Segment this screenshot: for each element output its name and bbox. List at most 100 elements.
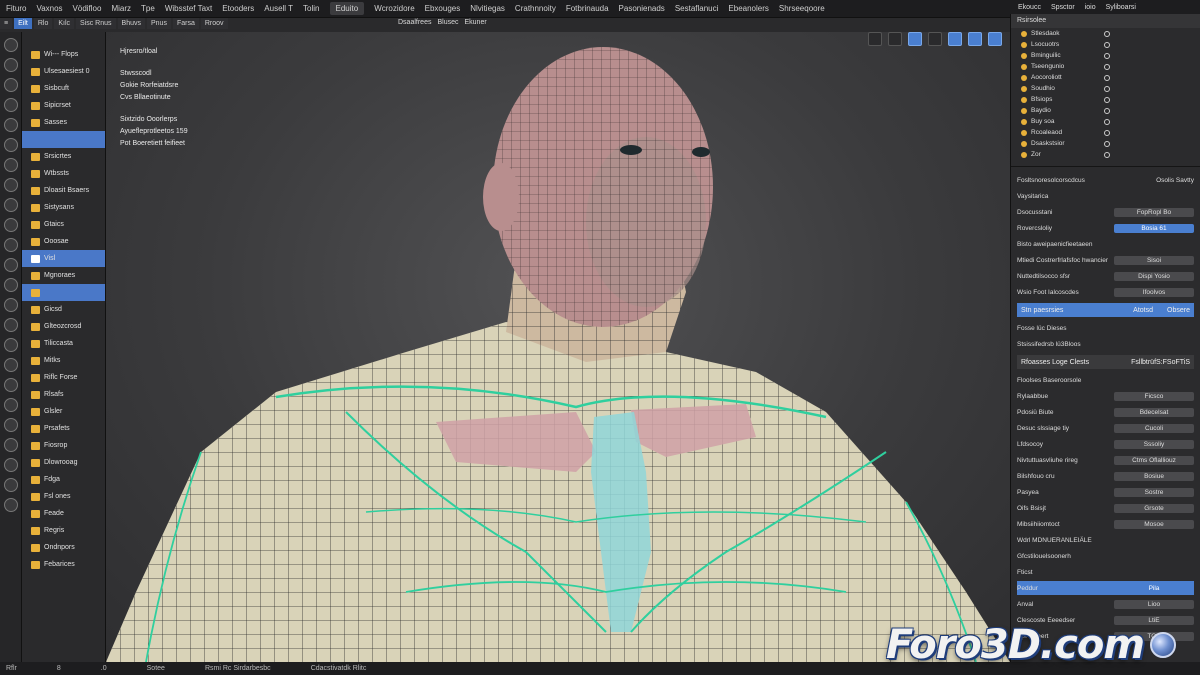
solid-shading-icon[interactable] <box>908 32 922 46</box>
workspace-tab[interactable]: Eilt <box>14 18 32 29</box>
outliner-item[interactable]: Rlsafs <box>22 386 105 403</box>
workspace-tab[interactable]: Rlo <box>33 18 53 29</box>
tool-icon[interactable] <box>3 58 18 72</box>
scene-item[interactable]: Aocoroliott <box>1011 72 1200 83</box>
property-value[interactable]: Bdecelsat <box>1114 407 1194 417</box>
outliner-item[interactable]: Gicsd <box>22 301 105 318</box>
scene-item[interactable]: Zor <box>1011 149 1200 160</box>
header-control[interactable]: Blusec <box>437 19 458 26</box>
tool-icon[interactable] <box>3 378 18 392</box>
workspace-tab[interactable]: Bhuvs <box>117 18 145 29</box>
wireframe-icon[interactable] <box>928 32 942 46</box>
outliner-item[interactable]: Tiliccasta <box>22 335 105 352</box>
3d-viewport[interactable]: Hjresro/tloal Stwsscodl Gokie Rorfeiatdsre… <box>106 32 1010 662</box>
header-control[interactable]: Dsaalfrees <box>398 19 431 26</box>
rendered-shading-icon[interactable] <box>968 32 982 46</box>
scene-item[interactable]: Bminguilic <box>1011 50 1200 61</box>
outliner-item[interactable]: Febarices <box>22 556 105 573</box>
menu-item[interactable]: Wcrozidore <box>374 4 414 13</box>
tool-icon[interactable] <box>3 138 18 152</box>
section-header-blue[interactable]: Stn paesrsies Atotsd Obsere <box>1017 303 1194 317</box>
menu-item[interactable]: Etooders <box>222 4 254 13</box>
outliner-item[interactable]: Sisbcuft <box>22 80 105 97</box>
workspace-tab[interactable]: ≡ <box>0 18 13 29</box>
menu-item[interactable]: Vaxnos <box>36 4 62 13</box>
material-shading-icon[interactable] <box>948 32 962 46</box>
menu-item[interactable]: Crathnnoity <box>515 4 556 13</box>
property-value[interactable]: Bosiue <box>1114 471 1194 481</box>
outliner-item[interactable]: Wtbssts <box>22 165 105 182</box>
tool-icon[interactable] <box>3 238 18 252</box>
outliner-item[interactable] <box>22 284 105 301</box>
property-value[interactable]: Mosoe <box>1114 519 1194 529</box>
visibility-icon[interactable] <box>1104 96 1110 103</box>
tool-icon[interactable] <box>3 278 18 292</box>
tool-icon[interactable] <box>3 198 18 212</box>
menu-item[interactable]: Ausell T <box>264 4 293 13</box>
outliner-item[interactable]: Feade <box>22 505 105 522</box>
property-value[interactable]: FopRopl Bo <box>1114 207 1194 217</box>
workspace-tab[interactable]: Pnus <box>147 18 171 29</box>
outliner-item[interactable]: Dlowrooag <box>22 454 105 471</box>
tool-icon[interactable] <box>3 258 18 272</box>
tool-icon[interactable] <box>3 478 18 492</box>
tool-icon[interactable] <box>3 438 18 452</box>
tool-icon[interactable] <box>3 358 18 372</box>
tool-icon[interactable] <box>3 298 18 312</box>
visibility-icon[interactable] <box>1104 74 1110 81</box>
scene-item[interactable]: Soudhio <box>1011 83 1200 94</box>
outliner-item[interactable]: Dloasit Bsaers <box>22 182 105 199</box>
property-value[interactable]: Sostre <box>1114 487 1194 497</box>
scene-item[interactable]: Buy soa <box>1011 116 1200 127</box>
outliner-item[interactable]: Glteozcrosd <box>22 318 105 335</box>
tool-icon[interactable] <box>3 418 18 432</box>
property-value[interactable]: Ifoolvos <box>1114 287 1194 297</box>
outliner-item[interactable] <box>22 131 105 148</box>
tool-icon[interactable] <box>3 338 18 352</box>
menu-item[interactable]: Miarz <box>111 4 131 13</box>
outliner-item[interactable]: Wi--- Flops <box>22 46 105 63</box>
outliner-item[interactable]: Riflc Forse <box>22 369 105 386</box>
outliner-item[interactable]: Sasses <box>22 114 105 131</box>
property-value[interactable]: Cucoli <box>1114 423 1194 433</box>
visibility-icon[interactable] <box>1104 41 1110 48</box>
outliner-item[interactable]: Sipicrset <box>22 97 105 114</box>
overlay-icon[interactable] <box>988 32 1002 46</box>
visibility-icon[interactable] <box>1104 30 1110 37</box>
outliner-item[interactable]: Prsafets <box>22 420 105 437</box>
panel-tab[interactable]: Syliboarsi <box>1106 4 1136 11</box>
outliner-item[interactable]: Fsl ones <box>22 488 105 505</box>
outliner-item[interactable]: Regris <box>22 522 105 539</box>
outliner-item[interactable]: Glsler <box>22 403 105 420</box>
outliner-item[interactable]: Ondnpors <box>22 539 105 556</box>
menu-item[interactable]: Nlvitiegas <box>470 4 505 13</box>
property-value[interactable]: Dispi Yosio <box>1114 271 1194 281</box>
visibility-icon[interactable] <box>1104 63 1110 70</box>
visibility-icon[interactable] <box>1104 107 1110 114</box>
panel-tab[interactable]: ioio <box>1085 4 1096 11</box>
shield-icon[interactable] <box>888 32 902 46</box>
tool-icon[interactable] <box>3 458 18 472</box>
menu-item[interactable]: Vödifloo <box>73 4 102 13</box>
outliner-item[interactable]: Visl <box>22 250 105 267</box>
tool-icon[interactable] <box>3 158 18 172</box>
scene-item[interactable]: Stlesdaok <box>1011 28 1200 39</box>
visibility-icon[interactable] <box>1104 52 1110 59</box>
property-value[interactable]: Sssoliy <box>1114 439 1194 449</box>
panel-tab[interactable]: Spsctor <box>1051 4 1075 11</box>
workspace-tab[interactable]: Rroov <box>200 18 228 29</box>
visibility-icon[interactable] <box>1104 129 1110 136</box>
panel-tab[interactable]: Ekoucc <box>1018 4 1041 11</box>
pen-icon[interactable] <box>868 32 882 46</box>
outliner-item[interactable]: Mitks <box>22 352 105 369</box>
tool-icon[interactable] <box>3 398 18 412</box>
menu-item[interactable]: Ebxouges <box>425 4 461 13</box>
property-value[interactable]: Pila <box>1114 583 1194 593</box>
menu-item[interactable]: Eduito <box>329 2 365 15</box>
header-control[interactable]: Ekuner <box>464 19 486 26</box>
visibility-icon[interactable] <box>1104 118 1110 125</box>
property-value[interactable]: Lioo <box>1114 599 1194 609</box>
outliner-item[interactable]: Ooosae <box>22 233 105 250</box>
tool-icon[interactable] <box>3 118 18 132</box>
visibility-icon[interactable] <box>1104 85 1110 92</box>
